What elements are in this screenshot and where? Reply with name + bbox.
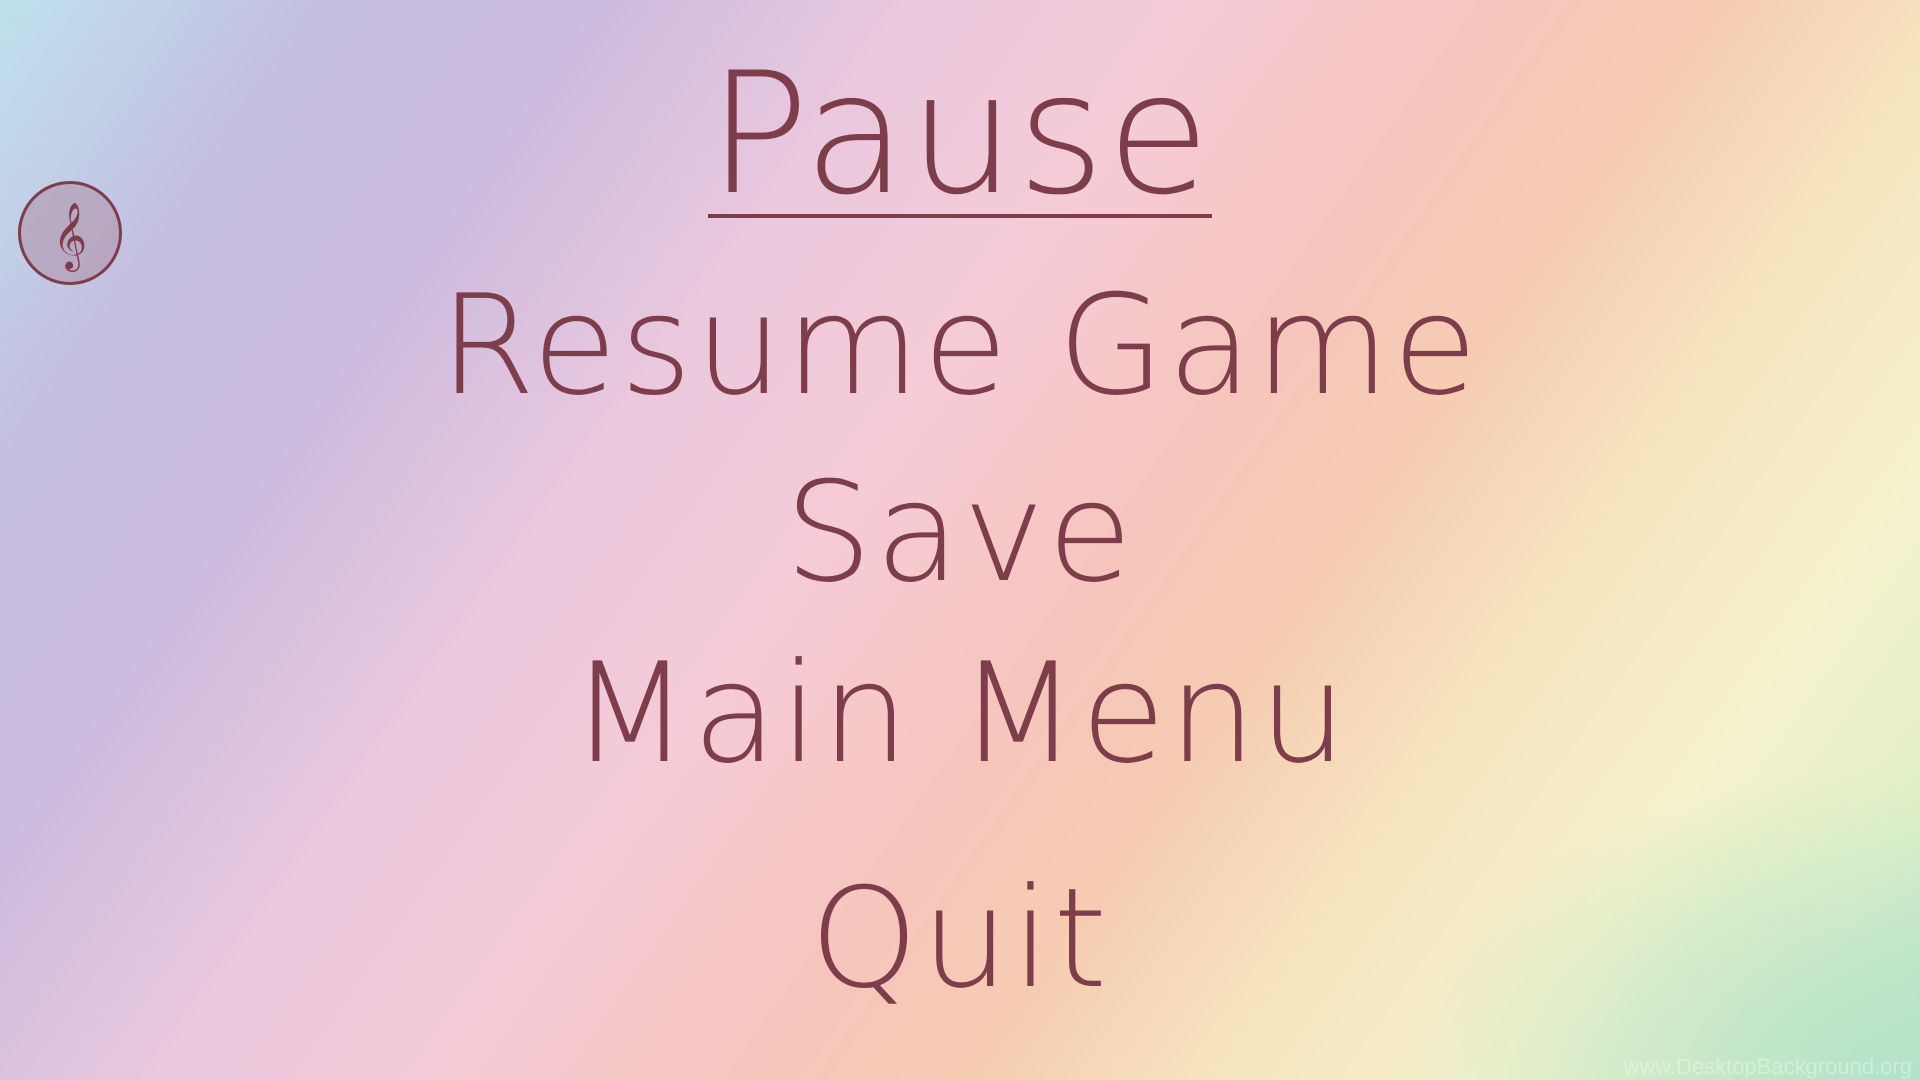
save-label: Save: [784, 452, 1136, 613]
save-button[interactable]: Save: [0, 464, 1920, 602]
main-menu-button[interactable]: Main Menu: [0, 645, 1920, 783]
treble-clef-icon: 𝄞: [52, 201, 88, 269]
music-toggle-button[interactable]: 𝄞: [18, 181, 122, 285]
quit-button[interactable]: Quit: [0, 870, 1920, 1008]
main-menu-label: Main Menu: [570, 633, 1350, 794]
resume-game-button[interactable]: Resume Game: [0, 277, 1920, 415]
resume-game-label: Resume Game: [439, 265, 1481, 426]
quit-label: Quit: [809, 858, 1111, 1019]
background-watermark: www.DesktopBackground.org: [1623, 1054, 1912, 1079]
pause-title: Pause: [0, 50, 1920, 218]
pause-title-text: Pause: [707, 36, 1213, 232]
